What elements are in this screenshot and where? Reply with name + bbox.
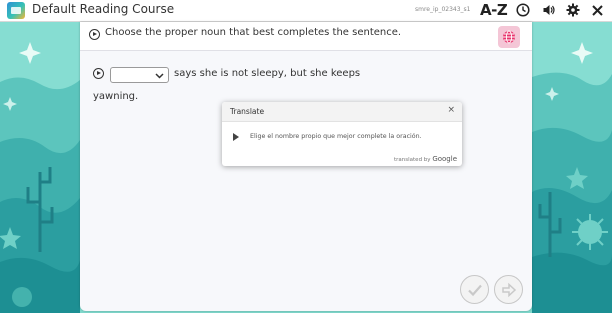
question-header: Choose the proper noun that best complet… — [80, 22, 532, 51]
speaker-icon[interactable] — [542, 3, 556, 17]
gear-icon[interactable] — [566, 3, 580, 17]
sentence-text-part2: yawning. — [93, 91, 139, 102]
translation-text: Elige el nombre propio que mejor complet… — [250, 133, 422, 140]
next-button[interactable] — [494, 275, 523, 304]
translate-popup-title: Translate — [230, 107, 265, 116]
globe-icon — [503, 30, 515, 44]
user-id: smre_ip_02343_s1 — [415, 6, 471, 13]
app-title: Default Reading Course — [32, 2, 175, 16]
background-left — [0, 22, 80, 313]
translate-popup-close-button[interactable]: × — [447, 105, 455, 115]
translation-play-icon[interactable] — [233, 133, 239, 141]
translate-popup-header: Translate × — [222, 102, 462, 122]
sentence-play-icon[interactable] — [93, 68, 104, 79]
check-icon — [467, 284, 482, 296]
google-brand: Google — [432, 155, 457, 163]
glossary-button[interactable]: A-Z — [480, 1, 508, 19]
sentence-text-part1: says she is not sleepy, but she keeps — [174, 68, 361, 79]
chevron-down-icon — [155, 73, 164, 79]
translation-credit: translated by Google — [394, 155, 457, 163]
top-bar: Default Reading Course smre_ip_02343_s1 … — [0, 0, 612, 22]
play-icon[interactable] — [89, 29, 100, 40]
close-icon[interactable] — [590, 3, 604, 17]
app-logo-icon — [7, 2, 25, 19]
translate-popup: Translate × Elige el nombre propio que m… — [222, 102, 462, 166]
answer-dropdown[interactable] — [110, 67, 169, 83]
arrow-right-icon — [501, 282, 516, 297]
clock-icon[interactable] — [516, 3, 530, 17]
question-instruction: Choose the proper noun that best complet… — [105, 27, 402, 38]
background-right — [532, 22, 612, 313]
question-panel: Choose the proper noun that best complet… — [80, 22, 532, 311]
translate-button[interactable] — [498, 26, 520, 48]
translation-credit-prefix: translated by — [393, 157, 431, 163]
check-answer-button[interactable] — [460, 275, 489, 304]
